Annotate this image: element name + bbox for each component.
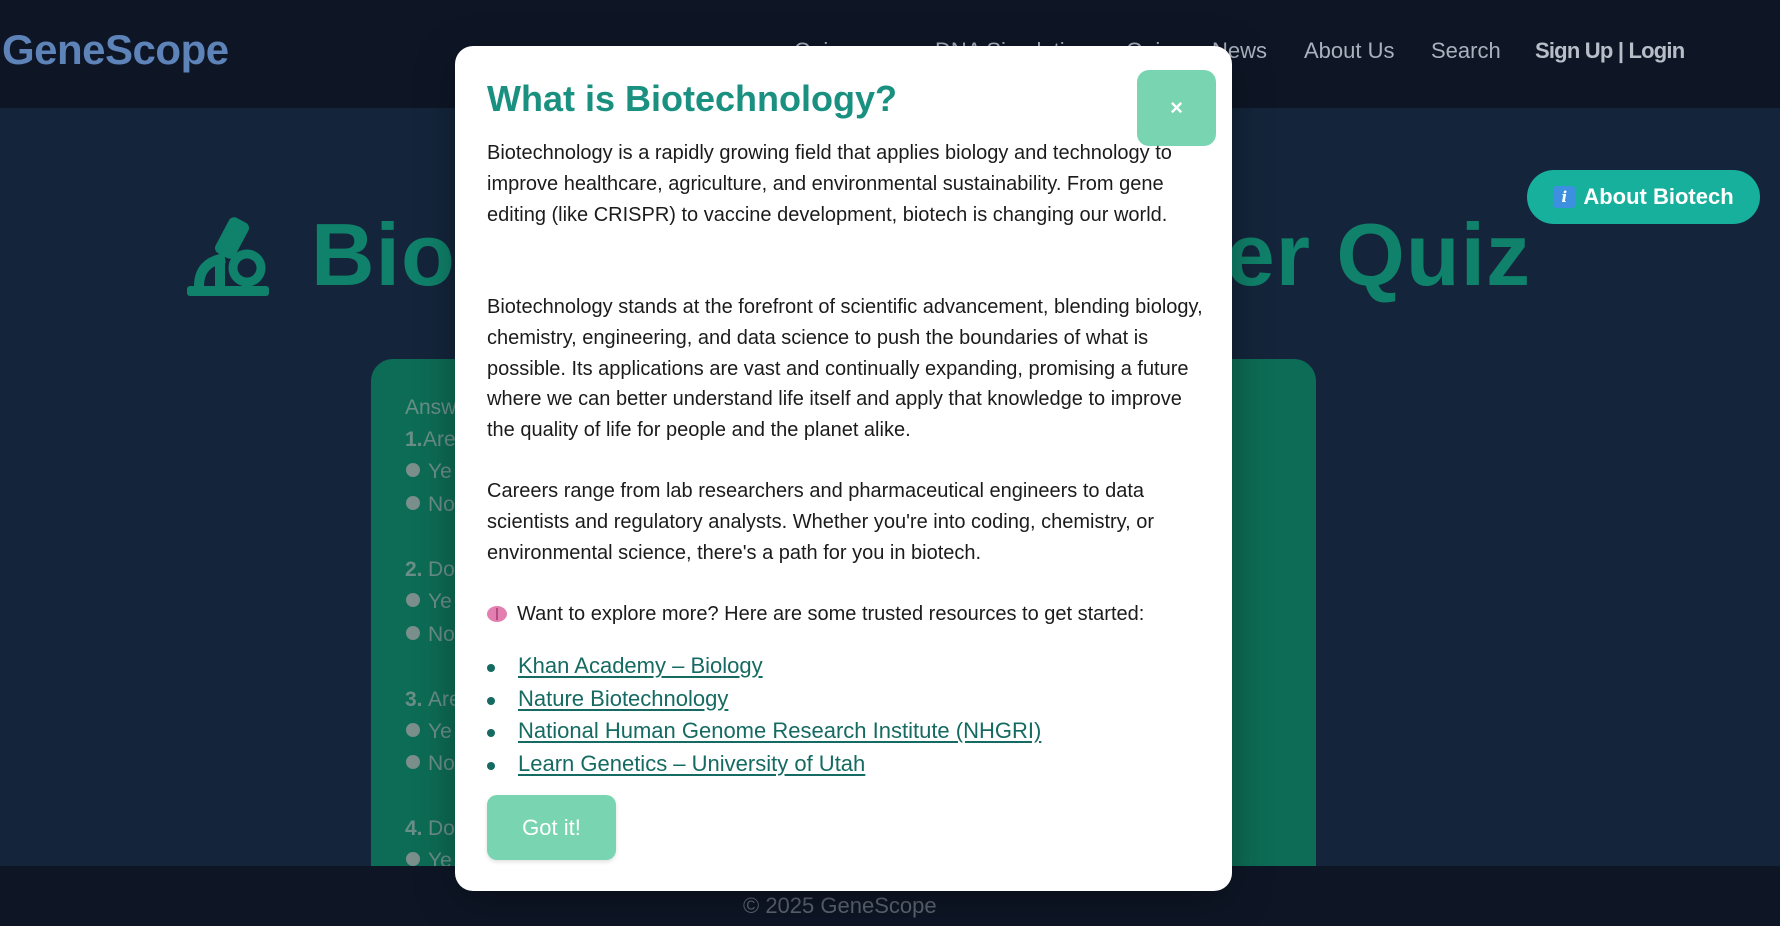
list-item: Nature Biotechnology	[487, 683, 1041, 716]
microscope-icon	[185, 212, 271, 298]
option-label: Ye	[428, 590, 452, 613]
question-text: Are	[423, 428, 456, 451]
list-item: Learn Genetics – University of Utah	[487, 748, 1041, 781]
option-label: Ye	[428, 460, 452, 483]
close-button[interactable]: ×	[1137, 70, 1216, 146]
radio-option[interactable]	[406, 496, 420, 510]
link-learn-genetics-utah[interactable]: Learn Genetics – University of Utah	[518, 751, 865, 776]
resources-intro: Want to explore more? Here are some trus…	[517, 603, 1145, 625]
radio-option[interactable]	[406, 723, 420, 737]
question-text: Do	[428, 558, 455, 581]
resources-intro-line: Want to explore more? Here are some trus…	[487, 599, 1209, 630]
list-item: National Human Genome Research Institute…	[487, 715, 1041, 748]
radio-option[interactable]	[406, 593, 420, 607]
question-number: 4.	[405, 817, 423, 840]
radio-option[interactable]	[406, 626, 420, 640]
list-item: Khan Academy – Biology	[487, 650, 1041, 683]
option-label: No	[428, 752, 455, 775]
option-label: Ye	[428, 720, 452, 743]
link-nature-biotechnology[interactable]: Nature Biotechnology	[518, 686, 728, 711]
got-it-button[interactable]: Got it!	[487, 795, 616, 860]
radio-option[interactable]	[406, 852, 420, 866]
biotech-info-modal: What is Biotechnology? × Biotechnology i…	[455, 46, 1232, 891]
modal-title: What is Biotechnology?	[487, 78, 897, 119]
close-icon: ×	[1170, 95, 1183, 120]
info-icon: i	[1553, 186, 1576, 208]
radio-option[interactable]	[406, 755, 420, 769]
option-label: No	[428, 493, 455, 516]
question-text: Do	[428, 817, 455, 840]
modal-paragraph: Biotechnology stands at the forefront of…	[487, 296, 1203, 442]
modal-paragraph: Biotechnology is a rapidly growing field…	[487, 142, 1172, 226]
nav-link-signup-login[interactable]: Sign Up | Login	[1535, 38, 1685, 64]
nav-link-search[interactable]: Search	[1431, 38, 1501, 64]
question-number: 2.	[405, 558, 423, 581]
quiz-intro: Answ	[405, 396, 457, 419]
option-label: No	[428, 623, 455, 646]
brand-logo[interactable]: GeneScope	[2, 26, 229, 74]
page-title-right: er Quiz	[1225, 205, 1532, 304]
nav-link-about-us[interactable]: About Us	[1304, 38, 1395, 64]
question-number: 3.	[405, 688, 423, 711]
radio-option[interactable]	[406, 463, 420, 477]
link-nhgri[interactable]: National Human Genome Research Institute…	[518, 718, 1041, 743]
about-biotech-label: About Biotech	[1583, 184, 1734, 209]
brain-icon	[487, 606, 507, 622]
question-number: 1.	[405, 428, 423, 451]
page-title-left: Bio	[311, 205, 456, 304]
about-biotech-button[interactable]: i About Biotech	[1527, 170, 1760, 224]
link-khan-academy-biology[interactable]: Khan Academy – Biology	[518, 653, 763, 678]
modal-paragraph: Careers range from lab researchers and p…	[487, 480, 1155, 564]
footer-copyright: © 2025 GeneScope	[743, 893, 937, 918]
resource-list: Khan Academy – Biology Nature Biotechnol…	[487, 650, 1041, 780]
